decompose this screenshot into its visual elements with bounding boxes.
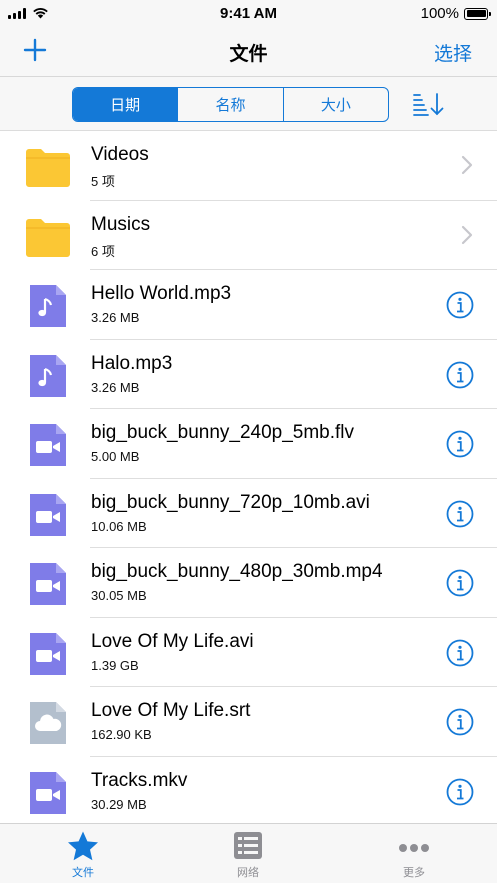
info-button-icon[interactable] xyxy=(446,569,474,597)
file-detail: 30.05 MB xyxy=(91,588,147,603)
select-button[interactable]: 选择 xyxy=(434,39,472,66)
folder-icon xyxy=(24,213,72,261)
file-name: Halo.mp3 xyxy=(91,352,173,374)
video-file-icon xyxy=(24,630,72,678)
plus-icon[interactable] xyxy=(22,37,48,63)
folder-icon xyxy=(24,143,72,191)
info-button-icon[interactable] xyxy=(446,361,474,389)
file-row[interactable]: Hello World.mp3 3.26 MB xyxy=(0,270,497,340)
battery-icon xyxy=(464,7,491,20)
status-bar: 9:41 AM 100% xyxy=(0,0,497,27)
tab-more[interactable]: 更多 xyxy=(364,830,464,880)
file-row[interactable]: big_buck_bunny_480p_30mb.mp4 30.05 MB xyxy=(0,548,497,618)
file-detail: 10.06 MB xyxy=(91,518,147,534)
info-button-icon[interactable] xyxy=(446,778,474,806)
file-name: Musics xyxy=(91,213,151,235)
video-file-icon xyxy=(24,491,72,539)
file-detail: 3.26 MB xyxy=(91,379,140,395)
info-button-icon[interactable] xyxy=(446,500,474,528)
subtitle-file-icon xyxy=(24,699,72,747)
file-detail: 1.39 GB xyxy=(91,657,139,673)
list-icon xyxy=(234,832,262,859)
music-file-icon xyxy=(24,282,72,330)
file-name: big_buck_bunny_720p_10mb.avi xyxy=(91,491,370,513)
tab-network[interactable]: 网络 xyxy=(198,830,298,880)
video-file-icon xyxy=(24,560,72,608)
battery-percent: 100% xyxy=(420,5,459,22)
info-button-icon[interactable] xyxy=(446,291,474,319)
file-name: Tracks.mkv xyxy=(91,769,188,791)
file-row[interactable]: Love Of My Life.srt 162.90 KB xyxy=(0,687,497,757)
star-icon xyxy=(68,831,98,861)
info-button-icon[interactable] xyxy=(446,430,474,458)
file-name: big_buck_bunny_240p_5mb.flv xyxy=(91,422,355,443)
tab-network-label: 网络 xyxy=(237,867,259,879)
file-row[interactable]: Love Of My Life.avi 1.39 GB xyxy=(0,618,497,688)
file-detail: 3.26 MB xyxy=(91,310,140,325)
page-title: 文件 xyxy=(229,44,268,65)
file-detail: 6 项 xyxy=(91,243,115,259)
info-button-icon[interactable] xyxy=(446,639,474,667)
file-list: Videos 5 项 Musics 6 项 Hello World.mp3 3.26 MB… xyxy=(0,131,497,826)
video-file-icon xyxy=(24,769,72,817)
file-name: Love Of My Life.srt xyxy=(91,700,251,721)
file-name: big_buck_bunny_480p_30mb.mp4 xyxy=(91,561,383,582)
sort-toolbar: 日期 名称 大小 xyxy=(0,77,497,131)
more-icon xyxy=(399,844,429,852)
file-detail: 5 项 xyxy=(91,174,115,189)
navigation-bar: 文件 选择 xyxy=(0,27,497,77)
file-name: Love Of My Life.avi xyxy=(91,630,254,652)
tab-bar: 文件 网络 更多 xyxy=(0,823,497,883)
segment-date[interactable]: 日期 xyxy=(73,88,179,121)
file-detail: 162.90 KB xyxy=(91,727,152,742)
file-row[interactable]: Musics 6 项 xyxy=(0,201,497,271)
file-detail: 30.29 MB xyxy=(91,796,147,812)
segment-name[interactable]: 名称 xyxy=(178,88,284,121)
chevron-right-icon xyxy=(461,225,473,244)
status-right: 100% xyxy=(420,5,491,22)
tab-files-label: 文件 xyxy=(72,867,94,879)
tab-files[interactable]: 文件 xyxy=(33,830,133,880)
file-row[interactable]: Tracks.mkv 30.29 MB xyxy=(0,757,497,827)
sort-segmented-control: 日期 名称 大小 xyxy=(72,87,389,122)
file-row[interactable]: big_buck_bunny_720p_10mb.avi 10.06 MB xyxy=(0,479,497,549)
chevron-right-icon xyxy=(461,155,473,175)
segment-size[interactable]: 大小 xyxy=(284,88,388,121)
file-name: Hello World.mp3 xyxy=(91,283,232,304)
file-row[interactable]: Videos 5 项 xyxy=(0,131,497,201)
video-file-icon xyxy=(24,421,72,469)
file-row[interactable]: big_buck_bunny_240p_5mb.flv 5.00 MB xyxy=(0,409,497,479)
info-button-icon[interactable] xyxy=(446,708,474,736)
tab-more-label: 更多 xyxy=(403,867,425,879)
file-name: Videos xyxy=(91,144,149,165)
file-row[interactable]: Halo.mp3 3.26 MB xyxy=(0,340,497,410)
sort-order-icon[interactable] xyxy=(412,91,444,117)
file-detail: 5.00 MB xyxy=(91,449,140,464)
music-file-icon xyxy=(24,352,72,400)
